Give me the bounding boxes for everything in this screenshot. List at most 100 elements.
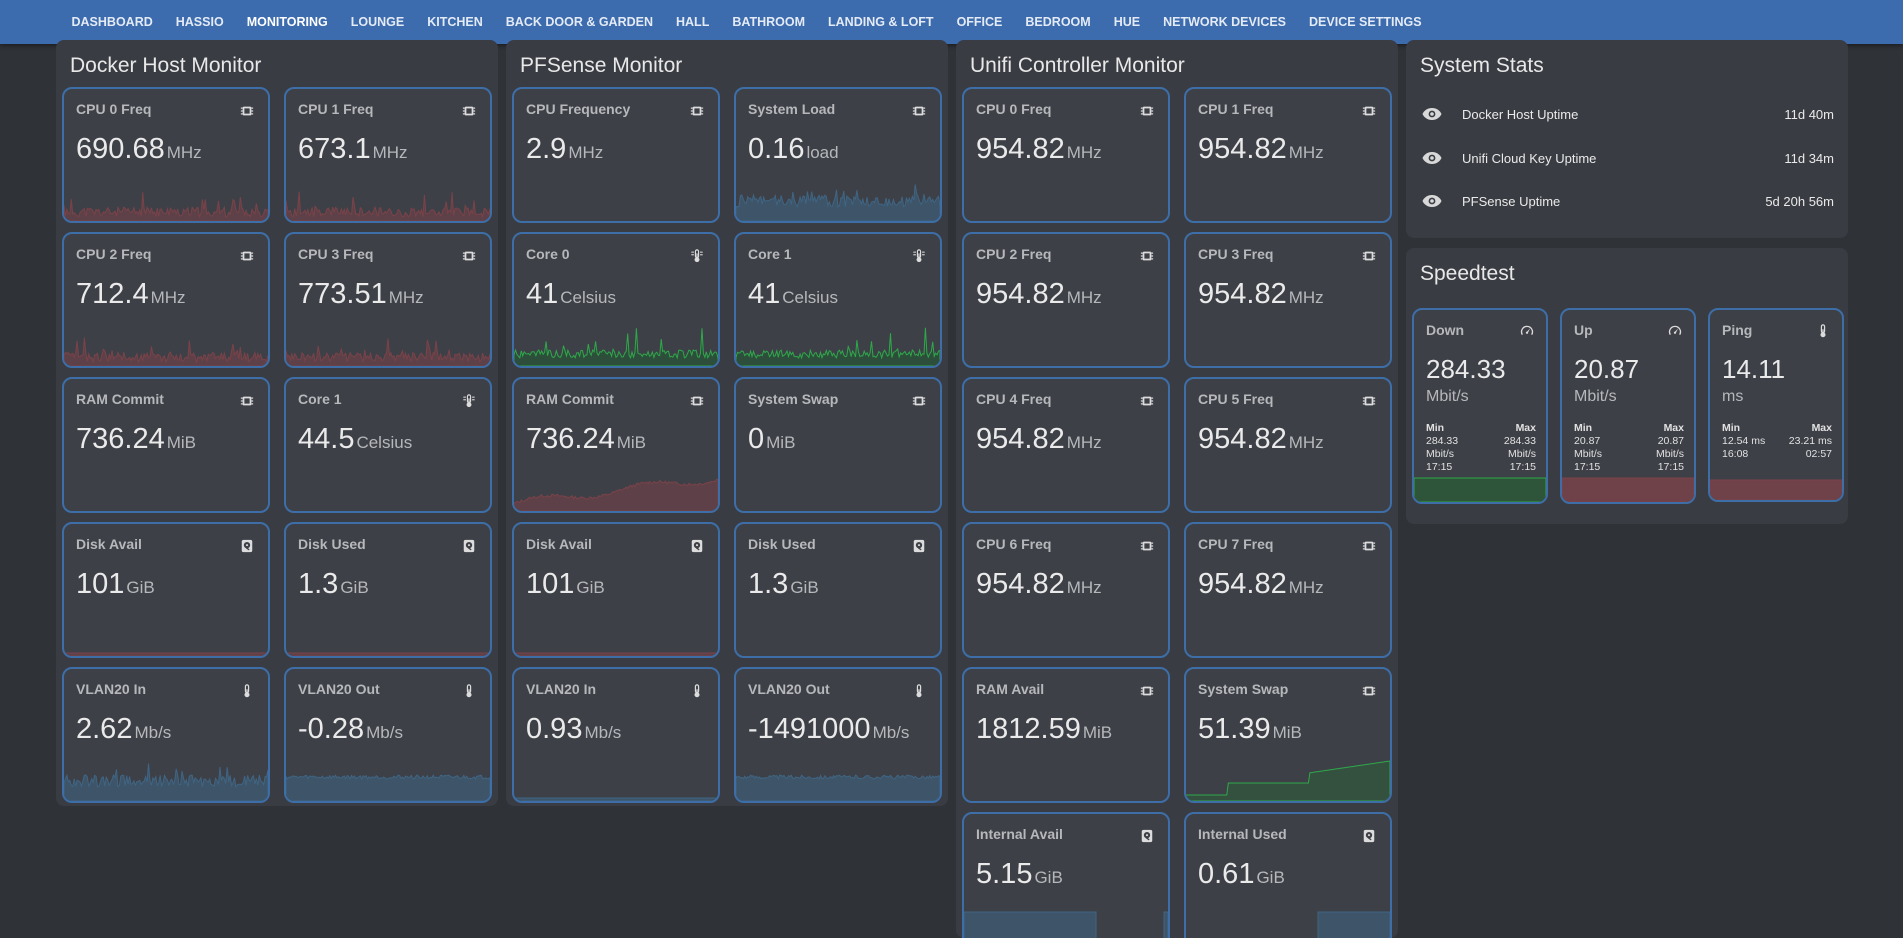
speedtest-unit: Mbit/s	[1426, 388, 1469, 405]
history-graph	[64, 192, 268, 221]
sensor-unit: MHz	[1288, 433, 1324, 452]
sensor-value: 1.3 GiB	[748, 568, 819, 601]
unifi-card-11[interactable]: Internal Used 0.61 GiB	[1184, 812, 1392, 938]
sensor-value: 954.82 MHz	[1198, 568, 1324, 601]
unifi-card-1[interactable]: CPU 1 Freq 954.82 MHz	[1184, 87, 1392, 223]
chip-icon	[912, 394, 926, 408]
tab-office[interactable]: OFFICE	[945, 0, 1014, 44]
pfsense-card-8[interactable]: VLAN20 In 0.93 Mb/s	[512, 667, 720, 803]
history-graph	[736, 184, 940, 221]
docker-card-8[interactable]: VLAN20 In 2.62 Mb/s	[62, 667, 270, 803]
sensor-value: 0 MiB	[748, 423, 795, 456]
unifi-card-6[interactable]: CPU 6 Freq 954.82 MHz	[962, 522, 1170, 658]
docker-card-3[interactable]: CPU 3 Freq 773.51 MHz	[284, 232, 492, 368]
docker-card-2[interactable]: CPU 2 Freq 712.4 MHz	[62, 232, 270, 368]
unifi-card-9[interactable]: System Swap 51.39 MiB	[1184, 667, 1392, 803]
pfsense-card-5[interactable]: System Swap 0 MiB	[734, 377, 942, 513]
sensor-unit: MHz	[166, 143, 202, 162]
max-value: Mbit/s	[1655, 448, 1684, 460]
stat-value: 11d 34m	[1784, 150, 1834, 166]
min-value: 284.33	[1426, 435, 1459, 447]
speedtest-card-down[interactable]: Down 284.33 Mbit/s Min Max 284.33 284.33 Mbit/s…	[1412, 308, 1548, 504]
tab-bathroom[interactable]: BATHROOM	[721, 0, 817, 44]
sensor-number: 954.82	[976, 568, 1065, 600]
tab-hall[interactable]: HALL	[665, 0, 721, 44]
eye-icon	[1422, 195, 1442, 207]
pfsense-card-1[interactable]: System Load 0.16 load	[734, 87, 942, 223]
docker-card-6[interactable]: Disk Avail 101 GiB	[62, 522, 270, 658]
unifi-card-2[interactable]: CPU 2 Freq 954.82 MHz	[962, 232, 1170, 368]
pfsense-card-3[interactable]: Core 1 41 Celsius	[734, 232, 942, 368]
chip-icon	[690, 104, 704, 118]
sensor-unit: GiB	[1034, 868, 1063, 887]
unifi-card-3[interactable]: CPU 3 Freq 954.82 MHz	[1184, 232, 1392, 368]
tab-kitchen[interactable]: KITCHEN	[416, 0, 495, 44]
sensor-unit: Mb/s	[872, 723, 910, 742]
sensor-name: Core 0	[526, 246, 570, 262]
unifi-card-4[interactable]: CPU 4 Freq 954.82 MHz	[962, 377, 1170, 513]
pfsense-card-7[interactable]: Disk Used 1.3 GiB	[734, 522, 942, 658]
sensor-name: Disk Used	[748, 536, 816, 552]
tab-back-door-garden[interactable]: BACK DOOR & GARDEN	[494, 0, 664, 44]
history-graph	[286, 338, 490, 366]
unifi-card-0[interactable]: CPU 0 Freq 954.82 MHz	[962, 87, 1170, 223]
harddisk-icon	[240, 539, 254, 553]
docker-card-7[interactable]: Disk Used 1.3 GiB	[284, 522, 492, 658]
speedtest-card-up[interactable]: Up 20.87 Mbit/s Min Max 20.87 20.87 Mbit/s Mbit/…	[1560, 308, 1696, 504]
docker-card-0[interactable]: CPU 0 Freq 690.68 MHz	[62, 87, 270, 223]
pfsense-card-4[interactable]: RAM Commit 736.24 MiB	[512, 377, 720, 513]
speedtest-card-ping[interactable]: Ping 14.11 ms Min Max 12.54 ms 23.21 ms 16:08 02…	[1708, 308, 1844, 502]
sensor-name: Disk Used	[298, 536, 366, 552]
tab-lounge[interactable]: LOUNGE	[339, 0, 415, 44]
tab-monitoring[interactable]: MONITORING	[235, 0, 340, 44]
thermometer-icon	[690, 249, 704, 263]
nav-tabs: DASHBOARD HASSIO MONITORING LOUNGE KITCHEN BA…	[60, 0, 1433, 44]
thermometer-icon	[462, 394, 476, 408]
min-value: 20.87	[1574, 435, 1601, 447]
thermometer-small-icon	[462, 684, 476, 698]
sensor-name: CPU 0 Freq	[76, 101, 152, 117]
pfsense-card-2[interactable]: Core 0 41 Celsius	[512, 232, 720, 368]
tab-network-devices[interactable]: NETWORK DEVICES	[1152, 0, 1298, 44]
tab-bedroom[interactable]: BEDROOM	[1014, 0, 1102, 44]
sensor-unit: Mb/s	[584, 723, 622, 742]
stat-row-docker-uptime[interactable]: Docker Host Uptime 11d 40m	[1420, 104, 1834, 124]
unifi-card-8[interactable]: RAM Avail 1812.59 MiB	[962, 667, 1170, 803]
chip-icon	[240, 104, 254, 118]
speedtest-unit: Mbit/s	[1574, 388, 1617, 405]
min-value: Mbit/s	[1426, 448, 1455, 460]
sensor-name: Internal Used	[1198, 826, 1287, 842]
sensor-name: CPU 1 Freq	[298, 101, 374, 117]
pfsense-card-0[interactable]: CPU Frequency 2.9 MHz	[512, 87, 720, 223]
history-graph	[1186, 760, 1390, 801]
unifi-card-7[interactable]: CPU 7 Freq 954.82 MHz	[1184, 522, 1392, 658]
pfsense-card-6[interactable]: Disk Avail 101 GiB	[512, 522, 720, 658]
tab-landing-loft[interactable]: LANDING & LOFT	[817, 0, 946, 44]
sensor-value: 954.82 MHz	[1198, 133, 1324, 166]
sensor-name: CPU 3 Freq	[1198, 246, 1274, 262]
unifi-card-5[interactable]: CPU 5 Freq 954.82 MHz	[1184, 377, 1392, 513]
docker-card-9[interactable]: VLAN20 Out -0.28 Mb/s	[284, 667, 492, 803]
tab-hassio[interactable]: HASSIO	[164, 0, 235, 44]
history-graph	[286, 191, 490, 221]
thermometer-icon	[912, 249, 926, 263]
unifi-card-10[interactable]: Internal Avail 5.15 GiB	[962, 812, 1170, 938]
sensor-name: CPU 2 Freq	[76, 246, 152, 262]
tab-dashboard[interactable]: DASHBOARD	[60, 0, 164, 44]
docker-card-1[interactable]: CPU 1 Freq 673.1 MHz	[284, 87, 492, 223]
docker-card-4[interactable]: RAM Commit 736.24 MiB	[62, 377, 270, 513]
sensor-unit: MHz	[1066, 433, 1102, 452]
tab-device-settings[interactable]: DEVICE SETTINGS	[1298, 0, 1434, 44]
sensor-name: CPU 4 Freq	[976, 391, 1052, 407]
stat-row-pfsense-uptime[interactable]: PFSense Uptime 5d 20h 56m	[1420, 191, 1834, 211]
pfsense-card-9[interactable]: VLAN20 Out -1491000 Mb/s	[734, 667, 942, 803]
thermometer-small-icon	[912, 684, 926, 698]
sensor-name: System Load	[748, 101, 836, 117]
docker-card-5[interactable]: Core 1 44.5 Celsius	[284, 377, 492, 513]
sensor-name: VLAN20 In	[526, 681, 597, 697]
sensor-unit: MHz	[1066, 143, 1102, 162]
speedometer-icon	[1668, 324, 1682, 338]
tab-hue[interactable]: HUE	[1102, 0, 1151, 44]
stat-row-unifi-uptime[interactable]: Unifi Cloud Key Uptime 11d 34m	[1420, 148, 1834, 168]
chip-icon	[1362, 394, 1376, 408]
